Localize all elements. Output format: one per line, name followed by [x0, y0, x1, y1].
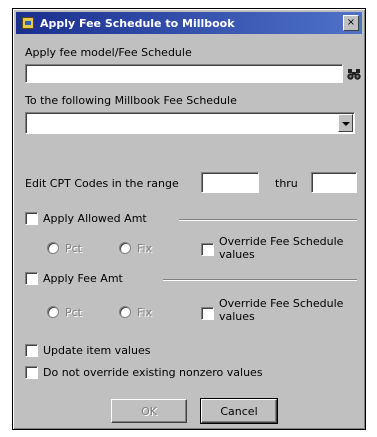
allowed-fix-label: Fix [137, 242, 153, 255]
fee-override-label: Override Fee Schedule values [219, 297, 344, 323]
apply-fee-model-label: Apply fee model/Fee Schedule [25, 46, 192, 59]
allowed-override-label: Override Fee Schedule values [219, 235, 344, 261]
update-values-label: Update item values [43, 344, 151, 357]
thru-label: thru [275, 177, 298, 190]
binoculars-icon [347, 69, 361, 80]
ok-button[interactable]: OK [111, 399, 187, 423]
dialog-window: Apply Fee Schedule to Millbook × Apply f… [12, 8, 366, 430]
target-schedule-dropdown[interactable] [25, 112, 355, 134]
cpt-range-from-input[interactable] [201, 172, 259, 193]
fee-model-input[interactable] [25, 64, 343, 83]
apply-allowed-label: Apply Allowed Amt [43, 212, 147, 225]
preserve-values-checkbox[interactable] [25, 366, 38, 379]
cpt-from-textbox[interactable] [202, 173, 258, 192]
target-schedule-label: To the following Millbook Fee Schedule [25, 94, 237, 107]
cpt-range-thru-input[interactable] [311, 172, 357, 193]
target-schedule-value[interactable] [26, 113, 354, 133]
apply-fee-label: Apply Fee Amt [43, 272, 123, 285]
section-divider [163, 279, 357, 281]
apply-fee-checkbox[interactable] [25, 272, 38, 285]
app-icon [22, 17, 34, 29]
fee-fix-label: Fix [137, 306, 153, 319]
fee-pct-radio[interactable] [47, 306, 59, 318]
fee-model-textbox[interactable] [26, 65, 342, 82]
cpt-range-label: Edit CPT Codes in the range [25, 177, 179, 190]
allowed-pct-label: Pct [65, 242, 82, 255]
close-icon: × [346, 17, 356, 28]
lookup-button[interactable] [346, 66, 362, 82]
close-button[interactable]: × [343, 15, 359, 31]
fee-pct-label: Pct [65, 306, 82, 319]
fee-fix-radio[interactable] [119, 306, 131, 318]
window-title: Apply Fee Schedule to Millbook [40, 16, 235, 30]
allowed-pct-radio[interactable] [47, 242, 59, 254]
title-bar[interactable]: Apply Fee Schedule to Millbook × [16, 12, 362, 34]
update-values-checkbox[interactable] [25, 344, 38, 357]
preserve-values-label: Do not override existing nonzero values [43, 366, 263, 379]
chevron-down-icon[interactable] [338, 114, 353, 132]
apply-allowed-checkbox[interactable] [25, 212, 38, 225]
allowed-override-checkbox[interactable] [201, 243, 214, 256]
cpt-thru-textbox[interactable] [312, 173, 356, 192]
section-divider [179, 219, 357, 221]
fee-override-checkbox[interactable] [201, 307, 214, 320]
allowed-fix-radio[interactable] [119, 242, 131, 254]
cancel-button[interactable]: Cancel [200, 398, 278, 424]
